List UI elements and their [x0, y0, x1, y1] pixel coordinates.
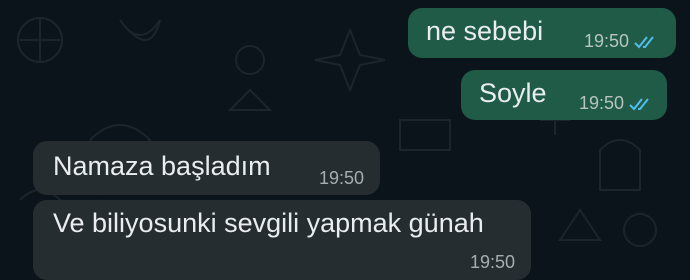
message-meta: 19:50 [319, 168, 364, 189]
outgoing-message-bubble[interactable]: ne sebebi 19:50 [408, 8, 676, 58]
message-time: 19:50 [469, 252, 515, 272]
double-check-icon [629, 97, 649, 110]
message-meta: 19:50 [584, 31, 658, 52]
message-meta: 19:50 [579, 93, 653, 114]
message-text: Namaza başladım [53, 151, 271, 181]
message-list: ne sebebi 19:50 Soyle 19:50 Namaza başla… [0, 0, 690, 280]
double-check-icon [634, 35, 654, 48]
message-time: 19:50 [578, 93, 624, 113]
incoming-message-bubble[interactable]: Namaza başladım 19:50 [33, 141, 380, 195]
incoming-message-bubble[interactable]: Ve biliyosunki sevgili yapmak günah 19:5… [33, 200, 531, 280]
message-text: Ve biliyosunki sevgili yapmak günah [53, 208, 484, 238]
message-time: 19:50 [318, 168, 364, 188]
message-text: Soyle [479, 78, 547, 108]
message-time: 19:50 [583, 31, 629, 51]
message-meta: 19:50 [470, 252, 515, 273]
outgoing-message-bubble[interactable]: Soyle 19:50 [461, 70, 667, 120]
message-text: ne sebebi [426, 16, 544, 46]
